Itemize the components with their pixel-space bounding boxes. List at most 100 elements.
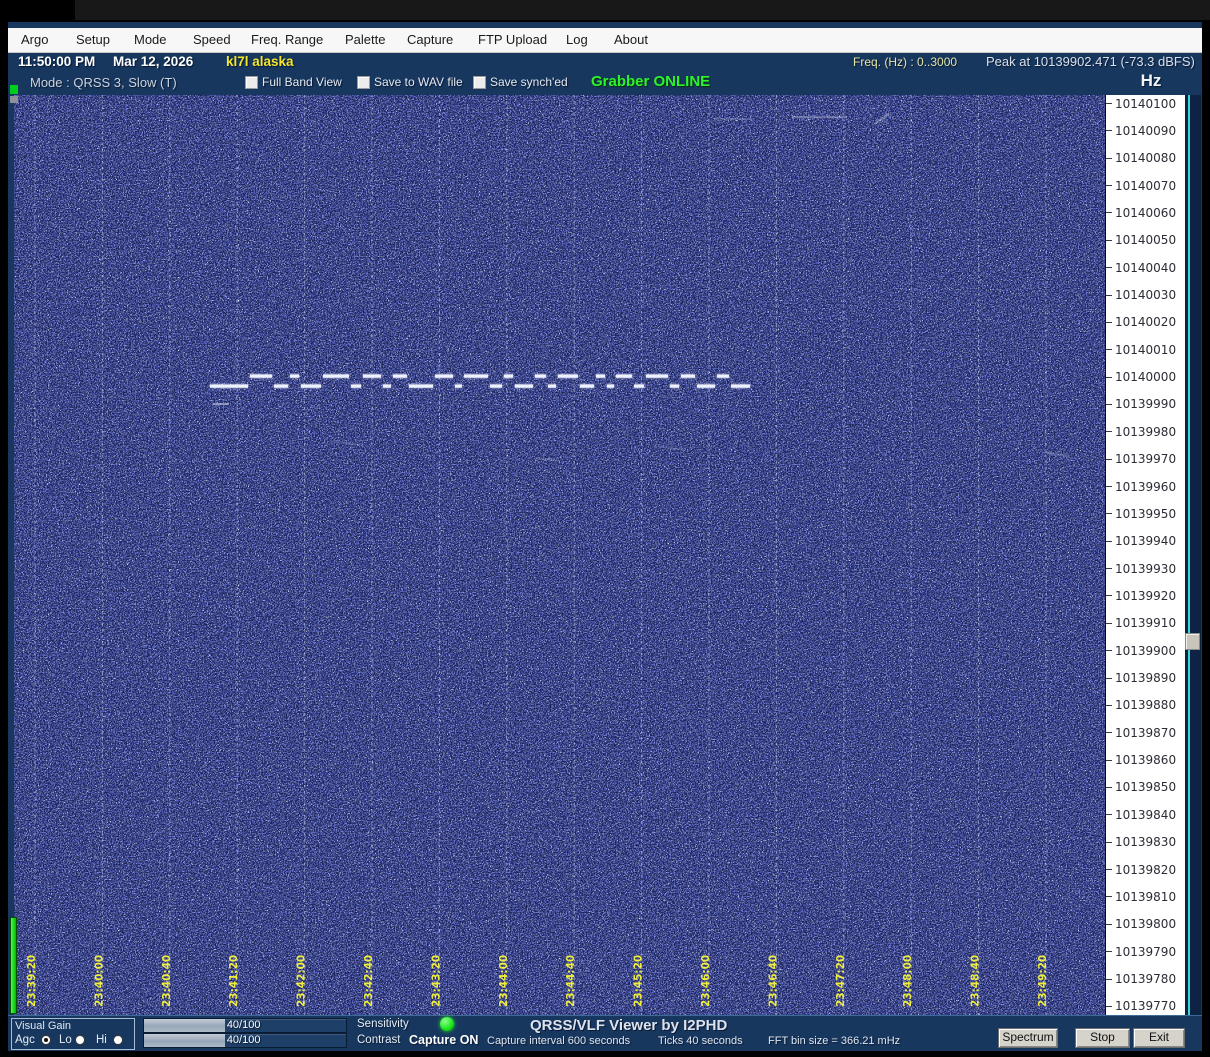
visual-gain-label: Visual Gain — [15, 1020, 72, 1032]
freq-row: 10139890 — [1106, 671, 1185, 686]
freq-tick-mark — [1106, 841, 1112, 843]
menu-item-mode[interactable]: Mode — [134, 32, 167, 47]
freq-row: 10139780 — [1106, 972, 1185, 986]
menu-item-argo[interactable]: Argo — [21, 32, 48, 47]
freq-row: 10140090 — [1106, 124, 1185, 138]
signal-segment — [323, 374, 349, 378]
freq-row: 10139800 — [1106, 917, 1185, 931]
signal-segment — [490, 384, 502, 388]
app-title: QRSS/VLF Viewer by I2PHD — [530, 1017, 728, 1034]
freq-label: 10139890 — [1115, 671, 1177, 686]
mode-bar: Mode : QRSS 3, Slow (T) Grabber ONLINE F… — [8, 72, 1202, 95]
signal-faint-dash — [213, 403, 229, 405]
menu-item-capture[interactable]: Capture — [407, 32, 453, 47]
freq-axis-unit: Hz — [1140, 71, 1162, 90]
signal-segment — [409, 384, 433, 388]
slider-fill-sensitivity — [144, 1019, 225, 1032]
freq-row: 10140030 — [1106, 288, 1185, 303]
freq-scrollbar[interactable] — [1185, 95, 1201, 1015]
menu-item-about[interactable]: About — [614, 32, 648, 47]
time-label: 23:43:20 — [430, 955, 442, 1007]
signal-segment — [504, 374, 513, 378]
radio-label-agc: Agc — [15, 1034, 35, 1046]
freq-row: 10140020 — [1106, 315, 1185, 329]
signal-segment — [535, 374, 546, 378]
freq-tick-mark — [1106, 704, 1112, 706]
radio-agc[interactable] — [41, 1035, 51, 1045]
freq-row: 10140060 — [1106, 206, 1185, 220]
callsign-label: kl7l alaska — [226, 54, 294, 69]
freq-row: 10139810 — [1106, 890, 1185, 904]
menu-item-setup[interactable]: Setup — [76, 32, 110, 47]
freq-label: 10139840 — [1115, 807, 1177, 822]
time-label: 23:46:00 — [700, 955, 712, 1007]
exit-button[interactable]: Exit — [1133, 1028, 1185, 1048]
menu-item-freq-range[interactable]: Freq. Range — [251, 32, 323, 47]
time-label: 23:40:00 — [93, 955, 105, 1007]
slider-contrast[interactable]: 40/100 — [143, 1033, 347, 1048]
slider-sensitivity[interactable]: 40/100 — [143, 1018, 347, 1033]
signal-segment — [210, 384, 248, 388]
checkbox-label-save-synch-ed: Save synch'ed — [490, 75, 568, 89]
freq-label: 10139950 — [1115, 506, 1177, 521]
visual-gain-groupbox: Visual Gain Agc Lo Hi — [11, 1018, 135, 1050]
freq-label: 10139940 — [1115, 534, 1177, 549]
spectrogram-canvas: 23:39:20 23:40:00 23:40:40 23:41:20 23:42:00… — [14, 95, 1105, 1015]
time-label: 23:47:20 — [835, 955, 847, 1007]
menu-item-speed[interactable]: Speed — [193, 32, 231, 47]
freq-row: 10140080 — [1106, 151, 1185, 165]
spectrum-button[interactable]: Spectrum — [998, 1028, 1058, 1048]
freq-tick-mark — [1106, 568, 1112, 570]
checkbox-box-save-to-wav-file[interactable] — [357, 76, 370, 89]
freq-tick-mark — [1106, 130, 1112, 132]
freq-row: 10140070 — [1106, 179, 1185, 193]
freq-tick-mark — [1106, 185, 1112, 187]
slider-value-sensitivity: 40/100 — [226, 1019, 261, 1031]
freq-label: 10139820 — [1115, 862, 1177, 877]
signal-segment — [670, 384, 679, 388]
signal-segment — [607, 384, 614, 388]
freq-tick-mark — [1106, 267, 1112, 269]
radio-hi[interactable] — [113, 1035, 123, 1045]
freq-tick-mark — [1106, 239, 1112, 241]
freq-row: 10140100 — [1106, 97, 1185, 111]
stop-button[interactable]: Stop — [1075, 1028, 1130, 1048]
radio-lo[interactable] — [75, 1035, 85, 1045]
freq-tick-mark — [1106, 294, 1112, 296]
freq-label: 10139870 — [1115, 725, 1177, 740]
signal-segment — [731, 384, 750, 388]
freq-label: 10140030 — [1115, 288, 1177, 303]
checkbox-label-save-to-wav-file: Save to WAV file — [374, 75, 463, 89]
signal-segment — [290, 374, 299, 378]
freq-label: 10139980 — [1115, 424, 1177, 439]
freq-tick-mark — [1106, 403, 1112, 405]
menu-item-palette[interactable]: Palette — [345, 32, 385, 47]
freq-row: 10139940 — [1106, 534, 1185, 549]
freq-tick-mark — [1106, 814, 1112, 816]
slider-value-contrast: 40/100 — [226, 1034, 261, 1046]
freq-label: 10139880 — [1115, 698, 1177, 713]
capture-progress-bar — [10, 917, 17, 1014]
freq-row: 10140010 — [1106, 343, 1185, 357]
checkbox-box-save-synch-ed[interactable] — [473, 76, 486, 89]
freq-range-display: Freq. (Hz) : 0..3000 — [853, 55, 958, 69]
capture-led-indicator — [440, 1017, 454, 1031]
menu-item-log[interactable]: Log — [566, 32, 588, 47]
signal-segment — [351, 384, 361, 388]
freq-tick-mark — [1106, 486, 1112, 488]
radio-label-hi: Hi — [96, 1034, 107, 1046]
capture-position-marker — [10, 85, 18, 94]
argo-application-window: Argo Setup Mode Speed Freq. Range Palette Capt… — [0, 0, 1210, 1057]
freq-label: 10139850 — [1115, 780, 1177, 795]
menu-bar: Argo Setup Mode Speed Freq. Range Palette Capt… — [8, 28, 1202, 53]
menu-item-ftp-upload[interactable]: FTP Upload — [478, 32, 547, 47]
desktop-strip — [75, 0, 1210, 20]
signal-segment — [681, 374, 695, 378]
time-label: 23:41:20 — [228, 955, 240, 1007]
freq-row: 10139880 — [1106, 698, 1185, 713]
fft-bin-info: FFT bin size = 366.21 mHz — [768, 1035, 901, 1047]
freq-tick-mark — [1106, 540, 1112, 542]
signal-segment — [515, 384, 533, 388]
freq-scrollbar-thumb[interactable] — [1185, 633, 1200, 650]
checkbox-box-full-band-view[interactable] — [245, 76, 258, 89]
